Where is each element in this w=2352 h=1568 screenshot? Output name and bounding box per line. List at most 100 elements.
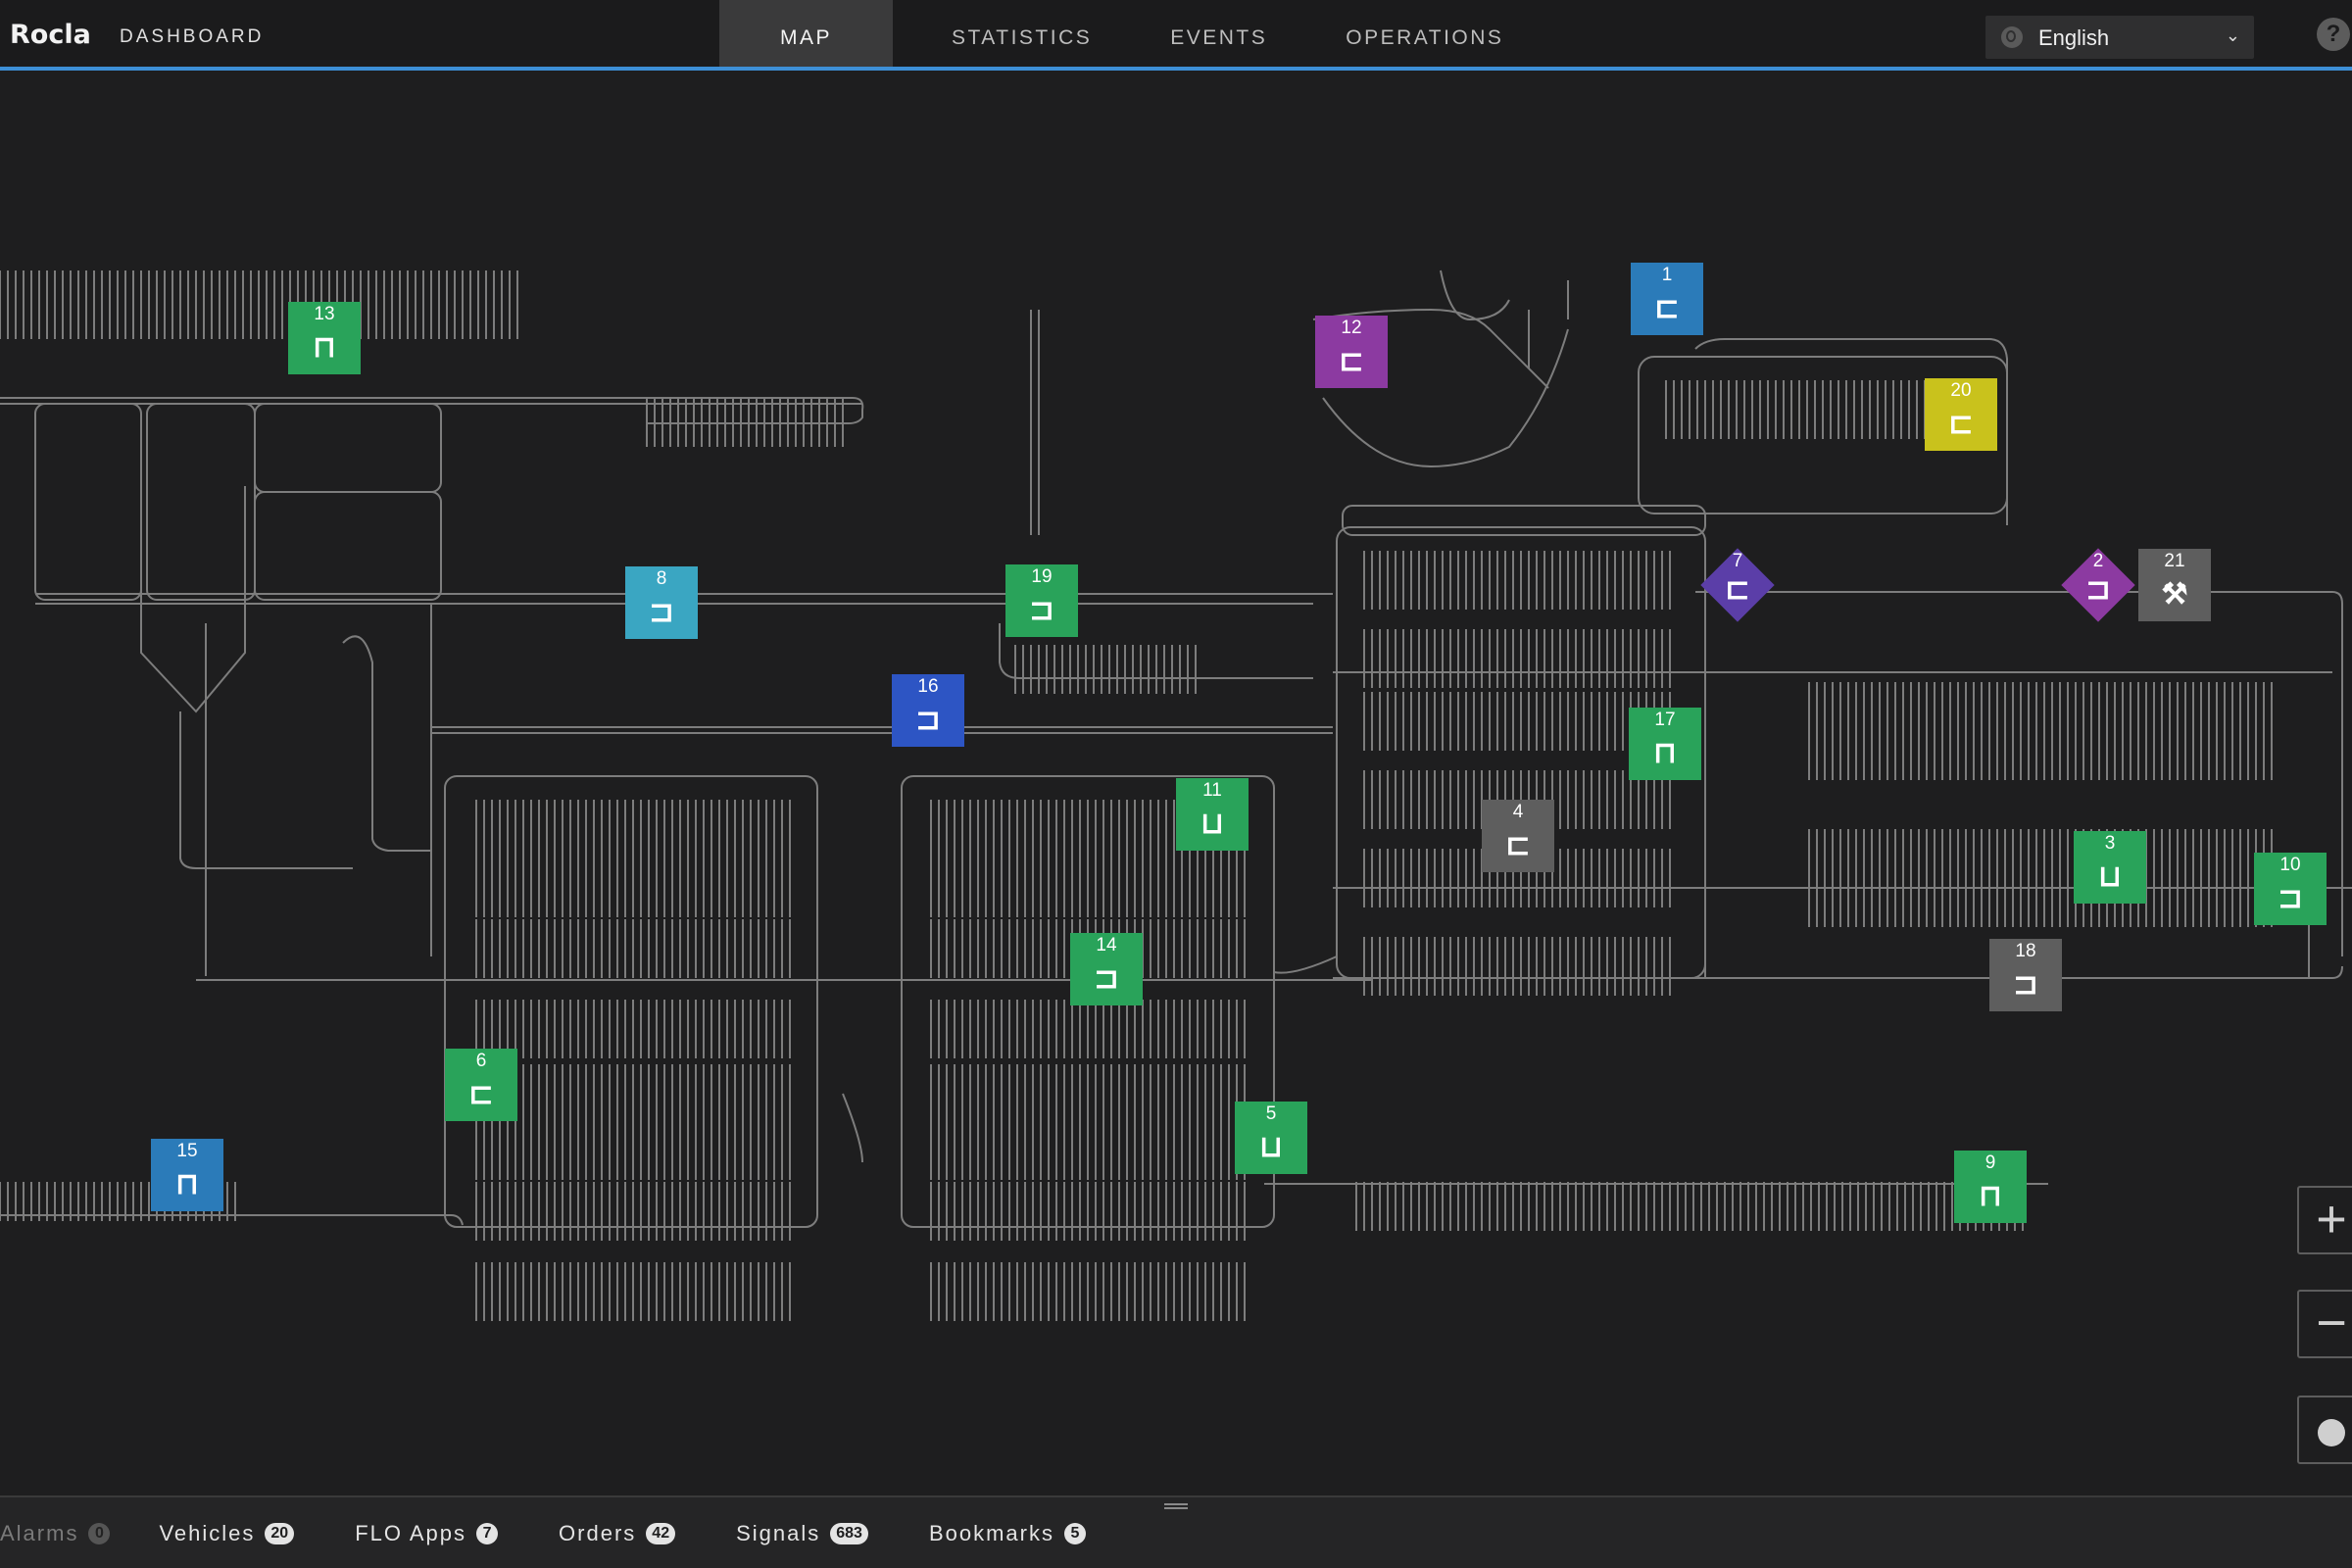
vehicle-number: 16 — [917, 676, 939, 697]
vehicle-number: 15 — [176, 1141, 198, 1161]
vehicle-marker-21[interactable]: 21 ⚒ — [2138, 549, 2211, 621]
vehicle-number: 9 — [1984, 1152, 1996, 1173]
forklift-icon: ⊏ — [1725, 573, 1750, 606]
orders-count-badge: 42 — [646, 1523, 676, 1544]
vehicle-number: 1 — [1661, 265, 1673, 285]
forklift-icon: ⊓ — [175, 1168, 199, 1200]
vehicle-marker-16[interactable]: 16 ⊐ — [892, 674, 964, 747]
forklift-icon: ⊐ — [2085, 573, 2111, 606]
chevron-down-icon: ⌄ — [2225, 25, 2240, 45]
vehicle-number: 5 — [1265, 1103, 1277, 1124]
main-tabs: MAP STATISTICS EVENTS OPERATIONS — [719, 0, 1543, 67]
vehicle-number: 7 — [1732, 551, 1743, 571]
help-button[interactable]: ? — [2317, 18, 2350, 51]
vehicle-marker-11[interactable]: 11 ⊔ — [1176, 778, 1249, 851]
tab-bookmarks[interactable]: Bookmarks 5 — [929, 1521, 1086, 1546]
forklift-icon: ⊔ — [1200, 808, 1224, 840]
alarms-count-badge: 0 — [88, 1523, 111, 1544]
language-select[interactable]: English ⌄ — [1985, 16, 2254, 59]
vehicle-marker-13[interactable]: 13 ⊓ — [288, 302, 361, 374]
brand-logo: Rocla — [10, 20, 91, 50]
tab-vehicles-label: Vehicles — [159, 1521, 256, 1545]
vehicle-number: 19 — [1031, 566, 1053, 587]
forklift-icon: ⊓ — [1979, 1180, 2002, 1212]
tab-map[interactable]: MAP — [719, 0, 894, 67]
tab-operations[interactable]: OPERATIONS — [1306, 0, 1543, 67]
vehicles-count-badge: 20 — [265, 1523, 295, 1544]
vehicle-marker-7[interactable]: 7 ⊏ — [1700, 548, 1775, 622]
vehicle-marker-4[interactable]: 4 ⊏ — [1482, 800, 1554, 872]
vehicle-number: 11 — [1202, 780, 1222, 801]
locate-icon — [2318, 1419, 2345, 1446]
flo-apps-count-badge: 7 — [476, 1523, 499, 1544]
vehicle-number: 8 — [656, 568, 667, 589]
forklift-icon: ⊔ — [1259, 1131, 1283, 1163]
tab-flo-apps[interactable]: FLO Apps 7 — [355, 1521, 499, 1546]
forklift-icon: ⊐ — [649, 596, 674, 628]
vehicle-number: 17 — [1654, 710, 1676, 730]
center-map-button[interactable] — [2297, 1396, 2352, 1464]
tab-vehicles[interactable]: Vehicles 20 — [159, 1521, 295, 1546]
vehicle-marker-17[interactable]: 17 ⊓ — [1629, 708, 1701, 780]
app-subtitle: DASHBOARD — [120, 26, 265, 47]
tab-alarms[interactable]: Alarms 0 — [0, 1521, 111, 1546]
forklift-icon: ⚒ — [2161, 578, 2188, 611]
forklift-icon: ⊏ — [1339, 345, 1364, 377]
vehicle-marker-3[interactable]: 3 ⊔ — [2074, 831, 2146, 904]
vehicle-number: 13 — [314, 304, 335, 324]
resize-handle-icon[interactable] — [1164, 1503, 1188, 1509]
vehicle-number: 14 — [1096, 935, 1117, 956]
forklift-icon: ⊐ — [915, 704, 941, 736]
vehicle-number: 21 — [2164, 551, 2185, 571]
tab-signals[interactable]: Signals 683 — [736, 1521, 868, 1546]
signals-count-badge: 683 — [830, 1523, 868, 1544]
tab-signals-label: Signals — [736, 1521, 821, 1545]
vehicle-number: 20 — [1950, 380, 1972, 401]
forklift-icon: ⊐ — [1094, 962, 1119, 995]
vehicle-number: 18 — [2015, 941, 2036, 961]
vehicle-marker-6[interactable]: 6 ⊏ — [445, 1049, 517, 1121]
vehicle-number: 2 — [2092, 551, 2104, 571]
zoom-in-button[interactable]: + — [2297, 1186, 2352, 1254]
vehicle-marker-5[interactable]: 5 ⊔ — [1235, 1102, 1307, 1174]
tab-statistics[interactable]: STATISTICS — [912, 0, 1131, 67]
tab-flo-apps-label: FLO Apps — [355, 1521, 467, 1545]
vehicle-marker-12[interactable]: 12 ⊏ — [1315, 316, 1388, 388]
forklift-icon: ⊏ — [1505, 829, 1531, 861]
vehicle-marker-1[interactable]: 1 ⊏ — [1631, 263, 1703, 335]
tab-orders[interactable]: Orders 42 — [559, 1521, 676, 1546]
tab-alarms-label: Alarms — [0, 1521, 79, 1545]
tab-orders-label: Orders — [559, 1521, 637, 1545]
forklift-icon: ⊏ — [468, 1078, 494, 1110]
forklift-icon: ⊐ — [2278, 882, 2303, 914]
forklift-icon: ⊓ — [313, 331, 336, 364]
vehicle-marker-20[interactable]: 20 ⊏ — [1925, 378, 1997, 451]
bookmarks-count-badge: 5 — [1064, 1523, 1086, 1544]
top-bar: Rocla DASHBOARD MAP STATISTICS EVENTS OP… — [0, 0, 2352, 71]
vehicle-marker-8[interactable]: 8 ⊐ — [625, 566, 698, 639]
tab-events[interactable]: EVENTS — [1131, 0, 1306, 67]
vehicle-marker-2[interactable]: 2 ⊐ — [2061, 548, 2135, 622]
vehicle-number: 6 — [475, 1051, 487, 1071]
bottom-tabs: Alarms 0 Vehicles 20 FLO Apps 7 Orders 4… — [0, 1521, 1086, 1546]
bottom-panel: Alarms 0 Vehicles 20 FLO Apps 7 Orders 4… — [0, 1495, 2352, 1568]
vehicle-number: 10 — [2279, 855, 2301, 875]
vehicle-marker-9[interactable]: 9 ⊓ — [1954, 1151, 2027, 1223]
vehicle-marker-14[interactable]: 14 ⊐ — [1070, 933, 1143, 1005]
forklift-icon: ⊏ — [1948, 408, 1974, 440]
zoom-out-button[interactable]: − — [2297, 1290, 2352, 1358]
vehicle-marker-18[interactable]: 18 ⊐ — [1989, 939, 2062, 1011]
forklift-icon: ⊏ — [1654, 292, 1680, 324]
forklift-icon: ⊓ — [1653, 737, 1677, 769]
vehicle-number: 4 — [1512, 802, 1524, 822]
map-canvas[interactable]: 1 ⊏ 2 ⊐ 3 ⊔ 4 ⊏ 5 ⊔ 6 ⊏ 7 ⊏ 8 ⊐ 9 ⊓ 10 ⊐ 11 ⊔ 12 ⊏ 13 ⊓ 14 ⊐ 15 ⊓ 16 ⊐ 1… — [0, 74, 2352, 1495]
forklift-icon: ⊔ — [2098, 860, 2122, 893]
vehicle-number: 12 — [1341, 318, 1362, 338]
vehicle-number: 3 — [2104, 833, 2116, 854]
vehicle-marker-10[interactable]: 10 ⊐ — [2254, 853, 2327, 925]
tab-bookmarks-label: Bookmarks — [928, 1521, 1054, 1545]
language-value: English — [2038, 25, 2110, 50]
vehicle-marker-15[interactable]: 15 ⊓ — [151, 1139, 223, 1211]
vehicle-marker-19[interactable]: 19 ⊐ — [1005, 564, 1078, 637]
globe-icon — [2001, 26, 2023, 48]
